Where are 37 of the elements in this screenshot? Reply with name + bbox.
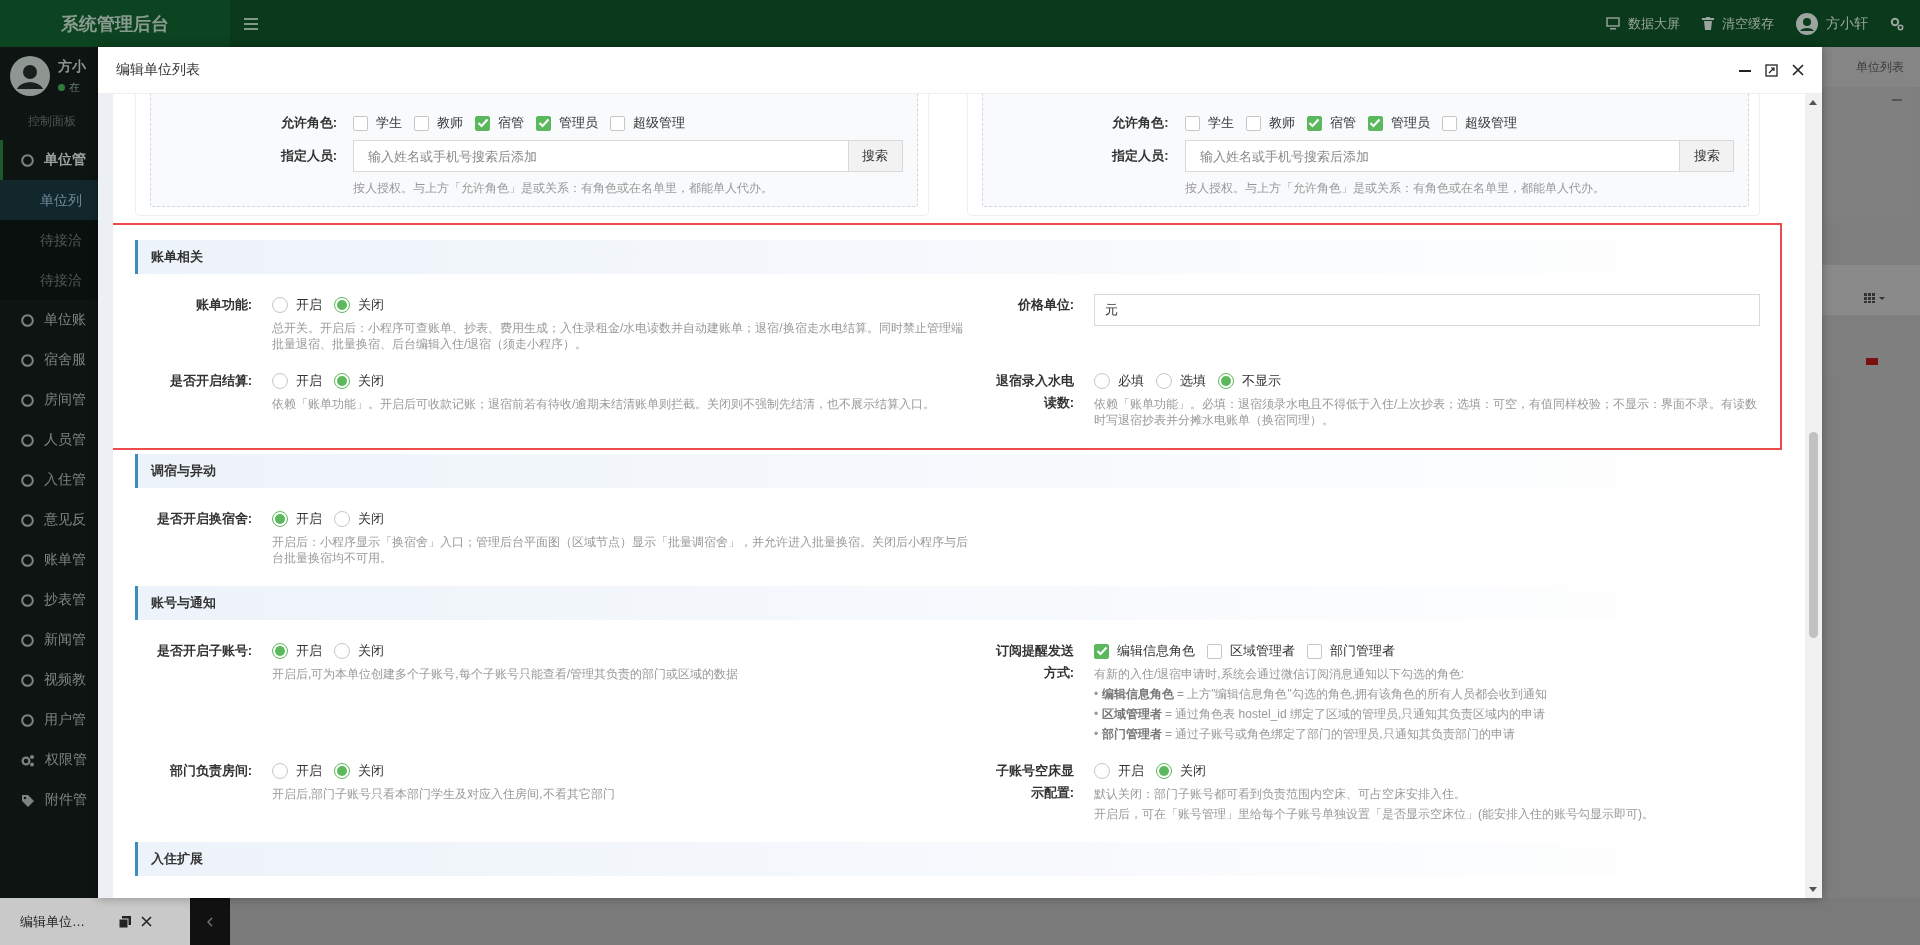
field-label: 价格单位: xyxy=(1016,296,1075,314)
field-label: 指定人员: xyxy=(1110,147,1170,165)
field-label: 子账号空床显示配置: xyxy=(995,762,1075,802)
help-text: 依赖「账单功能」。必填：退宿须录水电且不得低于入住/上次抄表；选填：可空，有值同样校验；不显示：界面不录。有读数时写退宿抄表并分摊水电账单（换宿同理）。 xyxy=(1094,396,1759,428)
dialog-title: 编辑单位列表 xyxy=(116,61,200,79)
field-label: 指定人员: xyxy=(279,147,338,165)
field-label: 允许角色: xyxy=(279,114,338,132)
field-label: 退宿录入水电读数: xyxy=(995,372,1075,412)
help-text: • 区域管理者 = 通过角色表 hostel_id 绑定了区域的管理员,只通知其负责区域内的申请 xyxy=(1094,706,1547,722)
user-name: 方小 xyxy=(58,57,86,76)
section-title: 账号与通知 xyxy=(151,594,216,612)
field-label: 订阅提醒发送方式: xyxy=(995,642,1075,682)
status-label: 在 xyxy=(69,79,80,95)
help-text: • 编辑信息角色 = 上方"编辑信息角色"勾选的角色,拥有该角色的所有人员都会收到通知 xyxy=(1094,686,1549,702)
help-text: 开启后，可在「账号管理」里给每个子账号单独设置「是否显示空床位」(能安排入住的账号勾显示即可)。 xyxy=(1094,806,1655,822)
help-text: 总开关。开启后：小程序可查账单、抄表、费用生成；入住录租金/水电读数并自动建账单；退宿/换宿走水电结算。同时禁止管理端批量退宿、批量换宿、后台编辑入住/退宿（须走小程序）。 xyxy=(272,320,964,352)
task-label: 编辑单位… xyxy=(20,912,85,931)
help-text: 有新的入住/退宿申请时,系统会通过微信订阅消息通知以下勾选的角色: xyxy=(1094,666,1465,682)
help-text: 按人授权。与上方「允许角色」是或关系：有角色或在名单里，都能单人代办。 xyxy=(353,180,773,196)
help-text: 开启后：小程序显示「换宿舍」入口；管理后台平面图（区域节点）显示「批量调宿舍」，并允许进入批量换宿。关闭后小程序与后台批量换宿均不可用。 xyxy=(272,534,969,566)
section-label: 控制面板 xyxy=(27,113,77,130)
app-title: 系统管理后台 xyxy=(61,12,169,36)
help-text: 开启后,部门子账号只看本部门学生及对应入住房间,不看其它部门 xyxy=(272,786,616,802)
help-text: • 部门管理者 = 通过子账号或角色绑定了部门的管理员,只通知其负责部门的申请 xyxy=(1094,726,1516,742)
field-label: 允许角色: xyxy=(1111,114,1170,132)
section-title: 账单相关 xyxy=(151,248,203,266)
help-text: 默认关闭：部门子账号都可看到负责范围内空床、可占空床安排入住。 xyxy=(1094,786,1467,802)
help-text: 依赖「账单功能」。开启后可收款记账；退宿前若有待收/逾期未结清账单则拦截。关闭则不强制先结清，也不展示结算入口。 xyxy=(272,396,937,412)
section-title: 调宿与异动 xyxy=(151,462,216,480)
field-label: 部门负责房间: xyxy=(168,762,253,780)
field-label: 是否开启子账号: xyxy=(155,642,253,660)
help-text: 按人授权。与上方「允许角色」是或关系：有角色或在名单里，都能单人代办。 xyxy=(1184,180,1605,196)
section-title: 入住扩展 xyxy=(151,850,203,868)
field-label: 是否开启换宿舍: xyxy=(155,510,253,528)
field-label: 是否开启结算: xyxy=(168,372,253,390)
field-label: 账单功能: xyxy=(194,296,253,314)
help-text: 开启后,可为本单位创建多个子账号,每个子账号只能查看/管理其负责的部门或区域的数据 xyxy=(272,666,739,682)
